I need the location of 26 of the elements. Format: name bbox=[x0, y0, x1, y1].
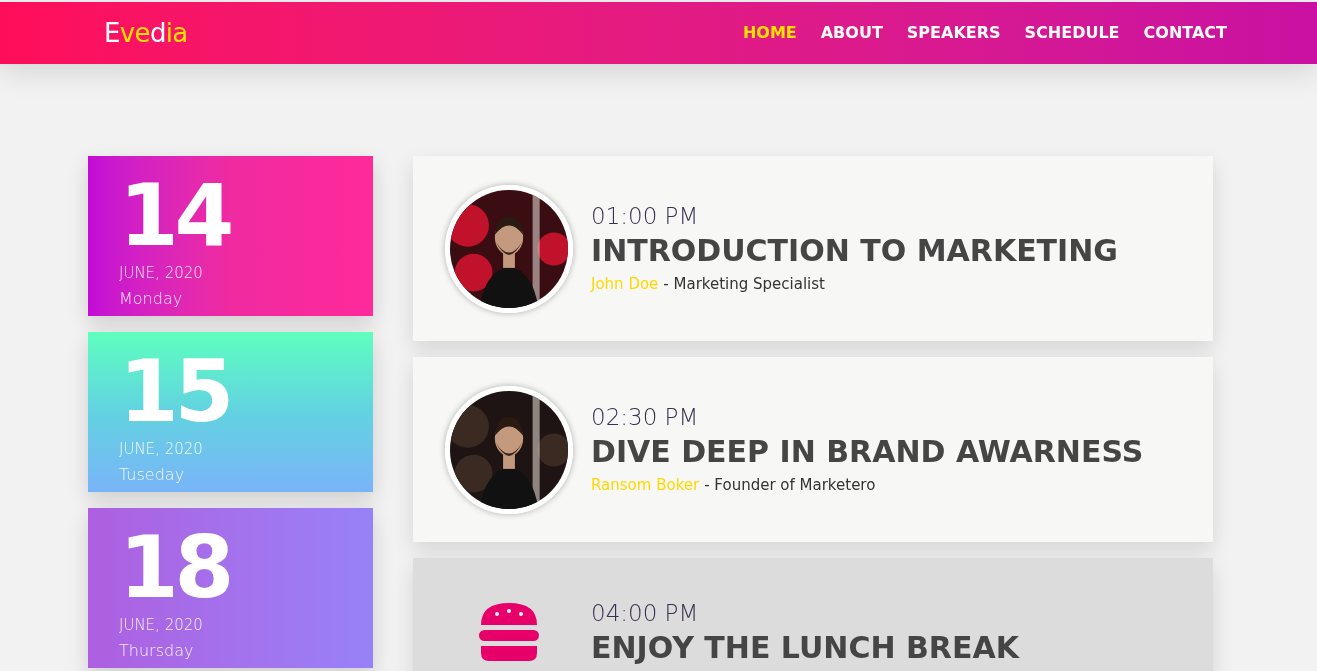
date-card[interactable]: 18 JUNE, 2020 Thursday bbox=[88, 508, 373, 668]
nav-link[interactable]: ABOUT bbox=[820, 21, 883, 45]
session-time: 01:00 PM bbox=[591, 202, 700, 232]
day-number: 14 bbox=[119, 170, 232, 260]
session-title: ENJOY THE LUNCH BREAK bbox=[591, 629, 1019, 667]
month-year: JUNE, 2020 bbox=[119, 439, 204, 460]
day-number: 15 bbox=[119, 346, 232, 436]
session-title: DIVE DEEP IN BRAND AWARNESS bbox=[591, 433, 1144, 472]
session-title: INTRODUCTION TO MARKETING bbox=[591, 232, 1118, 271]
nav-link[interactable]: SPEAKERS bbox=[906, 21, 1001, 45]
weekday: Monday bbox=[119, 287, 184, 310]
logo[interactable]: Evedia bbox=[104, 13, 188, 53]
session-time: 02:30 PM bbox=[591, 403, 700, 433]
date-card[interactable]: 15 JUNE, 2020 Tuseday bbox=[88, 332, 373, 492]
date-card[interactable]: 14 JUNE, 2020 Monday bbox=[88, 156, 373, 316]
month-year: JUNE, 2020 bbox=[119, 263, 204, 284]
speaker-role: - Marketing Specialist bbox=[663, 274, 825, 296]
day-number: 18 bbox=[119, 522, 232, 612]
speaker-role: - Founder of Marketero bbox=[704, 475, 876, 497]
weekday: Tuseday bbox=[119, 463, 186, 486]
nav-link[interactable]: HOME bbox=[742, 21, 797, 45]
weekday: Thursday bbox=[119, 639, 195, 662]
nav-link[interactable]: SCHEDULE bbox=[1024, 21, 1120, 45]
session-time: 04:00 PM bbox=[591, 599, 700, 628]
month-year: JUNE, 2020 bbox=[119, 615, 204, 636]
nav-link[interactable]: CONTACT bbox=[1143, 21, 1227, 45]
